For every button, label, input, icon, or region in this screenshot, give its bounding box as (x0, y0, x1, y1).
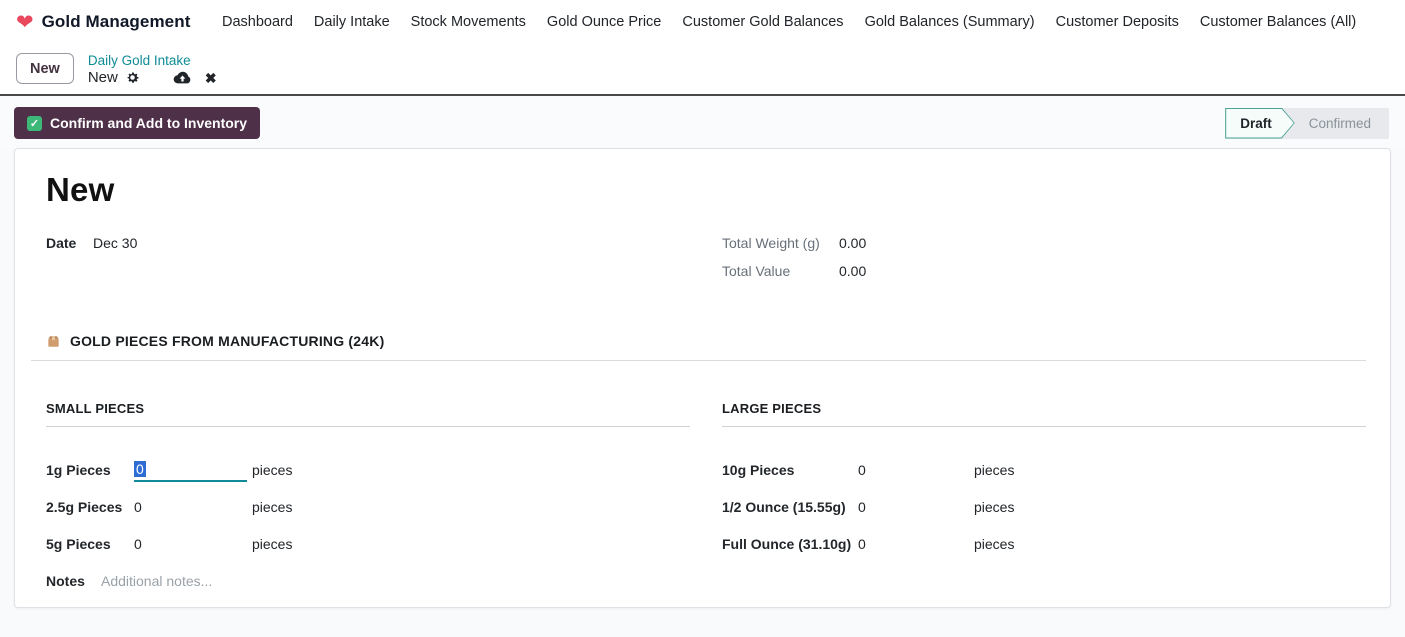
full-ounce-input[interactable]: 0 (858, 536, 974, 552)
gear-icon[interactable] (125, 70, 140, 85)
discard-icon[interactable]: ✖ (205, 71, 217, 85)
total-weight-label: Total Weight (g) (722, 235, 839, 251)
breadcrumb-current: New (88, 69, 118, 86)
pieces-columns: SMALL PIECES 1g Pieces 0 pieces 2.5g Pie… (46, 401, 1366, 599)
status-draft-label: Draft (1226, 109, 1294, 138)
nav-item-dashboard[interactable]: Dashboard (211, 4, 303, 40)
nav-item-customer-gold-balances[interactable]: Customer Gold Balances (672, 4, 854, 40)
large-pieces-title: LARGE PIECES (722, 401, 1366, 427)
10g-pieces-row: 10g Pieces 0 pieces (722, 451, 1366, 488)
total-value-value: 0.00 (839, 263, 1366, 279)
total-value-row: Total Value 0.00 (722, 263, 1366, 279)
full-ounce-label: Full Ounce (31.10g) (722, 536, 858, 552)
top-field-grid: Date Dec 30 Total Weight (g) 0.00 Total … (46, 235, 1366, 291)
breadcrumb-parent-link[interactable]: Daily Gold Intake (88, 53, 217, 68)
record-title: New (46, 171, 1366, 209)
form-sheet: New Date Dec 30 Total Weight (g) 0.00 To… (14, 148, 1391, 608)
status-confirmed[interactable]: Confirmed (1295, 108, 1389, 139)
10g-pieces-label: 10g Pieces (722, 462, 858, 478)
small-pieces-title: SMALL PIECES (46, 401, 690, 427)
1g-pieces-label: 1g Pieces (46, 462, 134, 478)
2-5g-pieces-row: 2.5g Pieces 0 pieces (46, 488, 690, 525)
statusbar: Draft Confirmed (1225, 108, 1389, 139)
half-ounce-row: 1/2 Ounce (15.55g) 0 pieces (722, 488, 1366, 525)
notes-input[interactable]: Additional notes... (101, 573, 690, 589)
nav-item-stock-movements[interactable]: Stock Movements (400, 4, 536, 40)
date-label: Date (46, 235, 93, 251)
section-title: GOLD PIECES FROM MANUFACTURING (24K) (70, 333, 384, 349)
check-icon: ✓ (27, 116, 42, 131)
5g-pieces-input[interactable]: 0 (134, 536, 252, 552)
total-weight-row: Total Weight (g) 0.00 (722, 235, 1366, 251)
total-value-label: Total Value (722, 263, 839, 279)
small-pieces-column: SMALL PIECES 1g Pieces 0 pieces 2.5g Pie… (46, 401, 690, 599)
control-bar: ✓ Confirm and Add to Inventory Draft Con… (0, 96, 1405, 148)
nav-item-gold-ounce-price[interactable]: Gold Ounce Price (536, 4, 671, 40)
breadcrumb: Daily Gold Intake New ✖ (88, 53, 217, 86)
main-nav: Dashboard Daily Intake Stock Movements G… (211, 4, 1366, 40)
5g-pieces-suffix: pieces (252, 536, 690, 552)
1g-pieces-suffix: pieces (252, 462, 690, 478)
1g-pieces-selected-value: 0 (134, 461, 146, 477)
2-5g-pieces-suffix: pieces (252, 499, 690, 515)
status-draft[interactable]: Draft (1225, 108, 1295, 139)
2-5g-pieces-input[interactable]: 0 (134, 499, 252, 515)
section-divider (31, 360, 1366, 361)
confirm-add-inventory-button[interactable]: ✓ Confirm and Add to Inventory (14, 107, 260, 139)
cloud-save-icon[interactable] (173, 71, 192, 85)
half-ounce-suffix: pieces (974, 499, 1366, 515)
nav-item-customer-deposits[interactable]: Customer Deposits (1045, 4, 1189, 40)
2-5g-pieces-label: 2.5g Pieces (46, 499, 134, 515)
half-ounce-label: 1/2 Ounce (15.55g) (722, 499, 858, 515)
new-button[interactable]: New (16, 53, 74, 84)
nav-item-daily-intake[interactable]: Daily Intake (303, 4, 400, 40)
top-navbar: ❤ Gold Management Dashboard Daily Intake… (0, 0, 1405, 44)
5g-pieces-label: 5g Pieces (46, 536, 134, 552)
full-ounce-suffix: pieces (974, 536, 1366, 552)
large-pieces-column: LARGE PIECES 10g Pieces 0 pieces 1/2 Oun… (722, 401, 1366, 599)
nav-item-gold-balances-summary[interactable]: Gold Balances (Summary) (854, 4, 1045, 40)
1g-pieces-input[interactable]: 0 (134, 458, 247, 482)
app-menu-button[interactable]: ❤ Gold Management (16, 12, 190, 33)
confirm-button-label: Confirm and Add to Inventory (50, 115, 247, 131)
nav-item-customer-balances-all[interactable]: Customer Balances (All) (1189, 4, 1366, 40)
10g-pieces-input[interactable]: 0 (858, 462, 974, 478)
section-header: GOLD PIECES FROM MANUFACTURING (24K) (46, 333, 1366, 360)
5g-pieces-row: 5g Pieces 0 pieces (46, 525, 690, 562)
notes-row: Notes Additional notes... (46, 562, 690, 599)
breadcrumb-row: New Daily Gold Intake New ✖ (0, 44, 1405, 96)
total-weight-value: 0.00 (839, 235, 1366, 251)
1g-pieces-row: 1g Pieces 0 pieces (46, 451, 690, 488)
heart-icon: ❤ (16, 12, 34, 33)
full-ounce-row: Full Ounce (31.10g) 0 pieces (722, 525, 1366, 562)
date-field-row: Date Dec 30 (46, 235, 690, 251)
notes-label: Notes (46, 573, 101, 589)
date-value[interactable]: Dec 30 (93, 235, 690, 251)
package-icon (46, 334, 61, 349)
10g-pieces-suffix: pieces (974, 462, 1366, 478)
half-ounce-input[interactable]: 0 (858, 499, 974, 515)
app-title: Gold Management (42, 12, 191, 32)
